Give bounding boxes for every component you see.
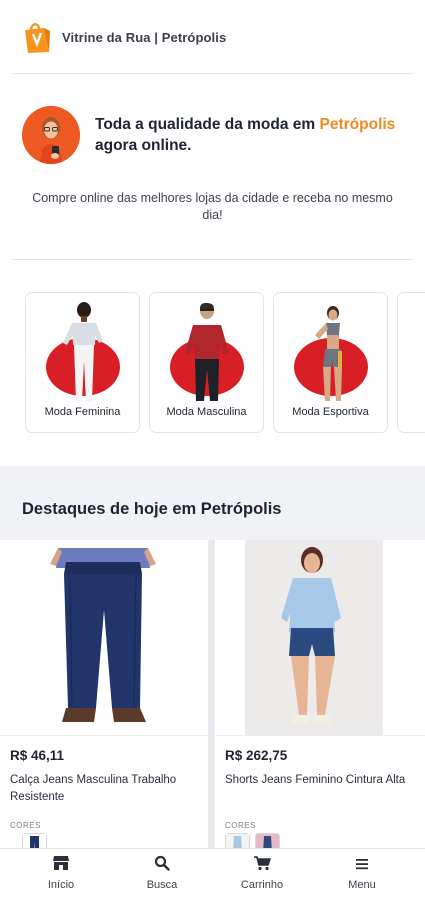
app-header: Vitrine da Rua | Petrópolis <box>0 0 425 74</box>
category-carousel[interactable]: Moda Feminina Moda Masculina Moda Esport… <box>25 292 425 434</box>
man-model-image <box>185 303 229 401</box>
nav-item-carrinho[interactable]: Carrinho <box>222 855 302 893</box>
category-label: Moda Feminina <box>44 406 121 418</box>
product-card[interactable]: R$ 46,11 Calça Jeans Masculina Trabalho … <box>0 540 208 850</box>
shorts-model-image <box>215 540 425 735</box>
featured-title: Destaques de hoje em Petrópolis <box>22 500 282 518</box>
product-name[interactable]: Calça Jeans Masculina Trabalho Resistent… <box>10 772 200 806</box>
product-image[interactable] <box>0 540 208 735</box>
menu-icon <box>356 859 368 870</box>
hero-subtitle: Compre online das melhores lojas da cida… <box>32 191 393 222</box>
hero-heading-part2: agora online. <box>95 137 192 154</box>
category-card-esportiva[interactable]: Moda Esportiva <box>273 292 388 433</box>
woman-model-image <box>63 302 103 401</box>
hero-heading-city: Petrópolis <box>319 116 396 133</box>
colors-label: CORES <box>225 821 256 830</box>
cart-icon <box>254 856 271 871</box>
card-divider <box>0 735 208 736</box>
category-label: Moda Esportiva <box>292 406 369 418</box>
sport-model-image <box>315 306 342 401</box>
hero-section: Toda a qualidade da moda em Petrópolis a… <box>22 106 411 164</box>
nav-label: Busca <box>146 879 178 891</box>
nav-item-inicio[interactable]: Início <box>21 855 101 893</box>
hero-divider <box>12 259 413 260</box>
category-card-partial[interactable] <box>397 292 425 433</box>
jeans-pants-image <box>0 540 208 735</box>
hero-heading-part1: Toda a qualidade da moda em <box>95 116 320 133</box>
nav-label: Carrinho <box>240 879 284 891</box>
bottom-navigation: Início Busca Carrinho Menu <box>0 848 425 922</box>
hero-avatar <box>22 106 80 164</box>
category-card-feminina[interactable]: Moda Feminina <box>25 292 140 433</box>
header-divider <box>12 73 413 74</box>
product-image[interactable] <box>215 540 425 735</box>
nav-item-menu[interactable]: Menu <box>322 857 402 893</box>
woman-with-phone-illustration <box>22 106 80 164</box>
brand-title[interactable]: Vitrine da Rua | Petrópolis <box>62 30 226 45</box>
product-price: R$ 262,75 <box>225 748 288 763</box>
product-name[interactable]: Shorts Jeans Feminino Cintura Alta <box>225 772 417 789</box>
category-card-masculina[interactable]: Moda Masculina <box>149 292 264 433</box>
shopping-bag-logo-icon[interactable] <box>22 20 52 54</box>
product-card[interactable]: R$ 262,75 Shorts Jeans Feminino Cintura … <box>215 540 425 850</box>
card-divider <box>215 735 425 736</box>
store-icon <box>53 856 69 870</box>
nav-label: Início <box>47 879 75 891</box>
product-grid: R$ 46,11 Calça Jeans Masculina Trabalho … <box>0 540 425 850</box>
search-icon <box>154 855 170 871</box>
nav-item-busca[interactable]: Busca <box>122 855 202 893</box>
product-price: R$ 46,11 <box>10 748 65 763</box>
nav-label: Menu <box>348 879 376 891</box>
category-label: Moda Masculina <box>166 406 247 418</box>
colors-label: CORES <box>10 821 41 830</box>
hero-heading: Toda a qualidade da moda em Petrópolis a… <box>95 114 395 156</box>
